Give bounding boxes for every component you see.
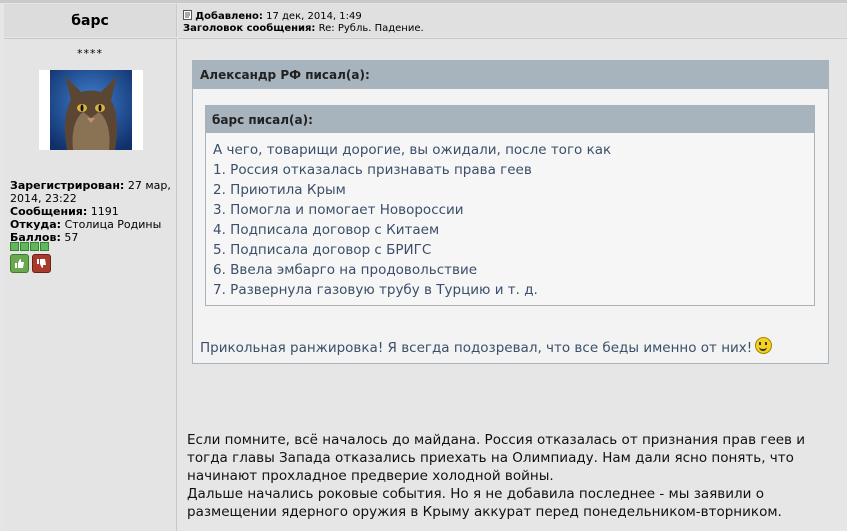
top-divider xyxy=(0,0,847,3)
post-line: начинают прохладное предверие холодной в… xyxy=(187,468,554,484)
post-line: размещении ядерного оружия в Крыму аккур… xyxy=(187,504,782,520)
quote-outer-reply: Прикольная ранжировка! Я всегда подозрев… xyxy=(200,337,773,356)
reputation-bar xyxy=(30,242,39,251)
post-body: Александр РФ писал(а): барс писал(а): А … xyxy=(178,38,847,531)
author-name-text[interactable]: барс xyxy=(71,13,109,29)
quote-line: 5. Подписала договор с БРИГС xyxy=(213,242,432,258)
reputation-bars xyxy=(10,242,49,251)
smile-icon xyxy=(755,337,773,354)
posts-row: Сообщения: 1191 xyxy=(10,205,119,218)
quote-outer-header: Александр РФ писал(а): xyxy=(193,61,828,89)
quote-line: 3. Помогла и помогает Новороссии xyxy=(213,202,464,218)
post-header: Добавлено: 17 дек, 2014, 1:49 Заголовок … xyxy=(178,4,847,37)
vote-buttons xyxy=(10,254,51,273)
from-row: Откуда: Столица Родины xyxy=(10,218,162,231)
quote-line: А чего, товарищи дорогие, вы ожидали, по… xyxy=(213,142,612,158)
quote-line: 4. Подписала договор с Китаем xyxy=(213,222,440,238)
reputation-bar xyxy=(10,242,19,251)
quote-inner: барс писал(а): А чего, товарищи дорогие,… xyxy=(205,105,815,306)
post-meta: Добавлено: 17 дек, 2014, 1:49 Заголовок … xyxy=(183,10,424,35)
post-line: Если помните, всё началось до майдана. Р… xyxy=(187,432,806,448)
quote-line: 2. Приютила Крым xyxy=(213,182,346,198)
reputation-bar xyxy=(40,242,49,251)
thumbs-up-icon[interactable] xyxy=(10,254,29,273)
author-info: Зарегистрирован: 27 мар, 2014, 23:22 Соо… xyxy=(10,179,176,244)
post-subject-row: Заголовок сообщения: Re: Рубль. Падение. xyxy=(183,23,424,34)
post-date-row: Добавлено: 17 дек, 2014, 1:49 xyxy=(183,10,424,23)
avatar-image xyxy=(50,70,132,150)
quote-line: 1. Россия отказалась признавать права ге… xyxy=(213,162,532,178)
post-line: Дальше начались роковые события. Но я не… xyxy=(187,486,764,502)
author-rank: **** xyxy=(77,47,103,60)
quote-inner-text: А чего, товарищи дорогие, вы ожидали, по… xyxy=(206,133,814,300)
quote-line: 7. Развернула газовую трубу в Турцию и т… xyxy=(213,282,538,298)
quote-inner-header: барс писал(а): xyxy=(206,106,814,133)
post-icon[interactable] xyxy=(183,10,192,20)
post-line: тогда главы Запада отказались приехать н… xyxy=(187,450,794,466)
reputation-bar xyxy=(20,242,29,251)
registered-row: Зарегистрирован: 27 мар, 2014, 23:22 xyxy=(10,179,171,205)
post-text: Если помните, всё началось до майдана. Р… xyxy=(187,431,837,521)
author-name[interactable]: барс xyxy=(4,4,177,37)
quote-outer: Александр РФ писал(а): барс писал(а): А … xyxy=(192,60,829,364)
thumbs-down-icon[interactable] xyxy=(32,254,51,273)
quote-reply-text: Прикольная ранжировка! Я всегда подозрев… xyxy=(200,340,753,356)
author-profile: **** Зарегистрирован: 27 мар, 2014, 23:2… xyxy=(4,38,177,531)
forum-post: барс **** Зарегистрирован: 27 мар, 2014,… xyxy=(0,0,847,531)
quote-line: 6. Ввела эмбарго на продовольствие xyxy=(213,262,478,278)
avatar xyxy=(39,70,143,150)
